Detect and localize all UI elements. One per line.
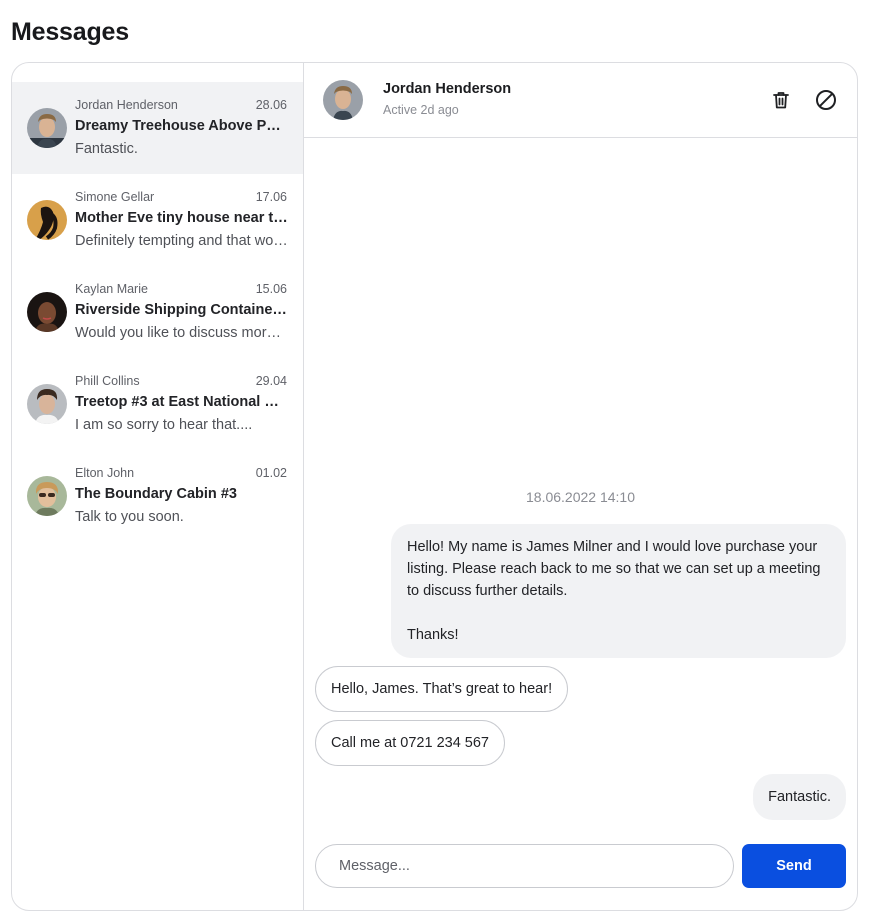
sender-name: Phill Collins	[75, 374, 140, 388]
message-date: 17.06	[255, 190, 287, 204]
message-preview: I am so sorry to hear that....	[75, 417, 253, 433]
message-preview: Fantastic.	[75, 141, 138, 157]
avatar	[27, 200, 67, 240]
message-date: 15.06	[255, 282, 287, 296]
listing-subject: Dreamy Treehouse Above Park	[75, 118, 288, 134]
listing-subject: The Boundary Cabin #3	[75, 486, 237, 502]
delete-conversation-button[interactable]	[768, 87, 794, 113]
chat-panel: Jordan Henderson Active 2d ago 18.06.202…	[304, 63, 857, 910]
contact-status: Active 2d ago	[383, 103, 459, 117]
message-timestamp: 18.06.2022 14:10	[526, 489, 635, 505]
listing-subject: Treetop #3 at East National Park	[75, 394, 288, 410]
contact-avatar	[323, 80, 363, 120]
sender-name: Simone Gellar	[75, 190, 155, 204]
message-input[interactable]	[315, 844, 734, 888]
avatar	[27, 108, 67, 148]
send-button[interactable]: Send	[742, 844, 846, 888]
avatar	[27, 384, 67, 424]
chat-header: Jordan Henderson Active 2d ago	[304, 63, 857, 138]
outgoing-message: Fantastic.	[753, 774, 846, 820]
sender-name: Jordan Henderson	[75, 98, 178, 112]
avatar	[27, 292, 67, 332]
sender-name: Kaylan Marie	[75, 282, 148, 296]
message-preview: Talk to you soon.	[75, 509, 184, 525]
incoming-message: Call me at 0721 234 567	[315, 720, 505, 766]
message-date: 28.06	[255, 98, 287, 112]
message-text: Thanks!	[407, 627, 459, 643]
block-user-button[interactable]	[813, 87, 839, 113]
sender-name: Elton John	[75, 466, 135, 480]
avatar	[27, 476, 67, 516]
message-text: Hello! My name is James Milner and I wou…	[407, 539, 821, 599]
message-date: 29.04	[255, 374, 287, 388]
conversation-item-kaylan-marie[interactable]: Kaylan Marie 15.06 Riverside Shipping Co…	[12, 266, 303, 358]
conversation-list: Jordan Henderson 28.06 Dreamy Treehouse …	[12, 63, 304, 910]
contact-name: Jordan Henderson	[383, 81, 512, 97]
outgoing-message: Hello! My name is James Milner and I wou…	[391, 524, 846, 658]
incoming-message: Hello, James. That’s great to hear!	[315, 666, 569, 712]
message-date: 01.02	[255, 466, 287, 480]
block-icon	[816, 90, 836, 110]
page-title: Messages	[11, 18, 129, 46]
listing-subject: Riverside Shipping Container Home	[75, 302, 288, 318]
trash-icon	[773, 92, 789, 109]
message-preview: Definitely tempting and that would be gr…	[75, 233, 288, 249]
conversation-item-elton-john[interactable]: Elton John 01.02 The Boundary Cabin #3 T…	[12, 450, 303, 542]
conversation-item-phill-collins[interactable]: Phill Collins 29.04 Treetop #3 at East N…	[12, 358, 303, 450]
listing-subject: Mother Eve tiny house near the forest	[75, 210, 288, 226]
conversation-item-simone-gellar[interactable]: Simone Gellar 17.06 Mother Eve tiny hous…	[12, 174, 303, 266]
message-preview: Would you like to discuss more details?	[75, 325, 288, 341]
messages-panel: Jordan Henderson 28.06 Dreamy Treehouse …	[11, 62, 858, 911]
conversation-item-jordan-henderson[interactable]: Jordan Henderson 28.06 Dreamy Treehouse …	[12, 82, 303, 174]
